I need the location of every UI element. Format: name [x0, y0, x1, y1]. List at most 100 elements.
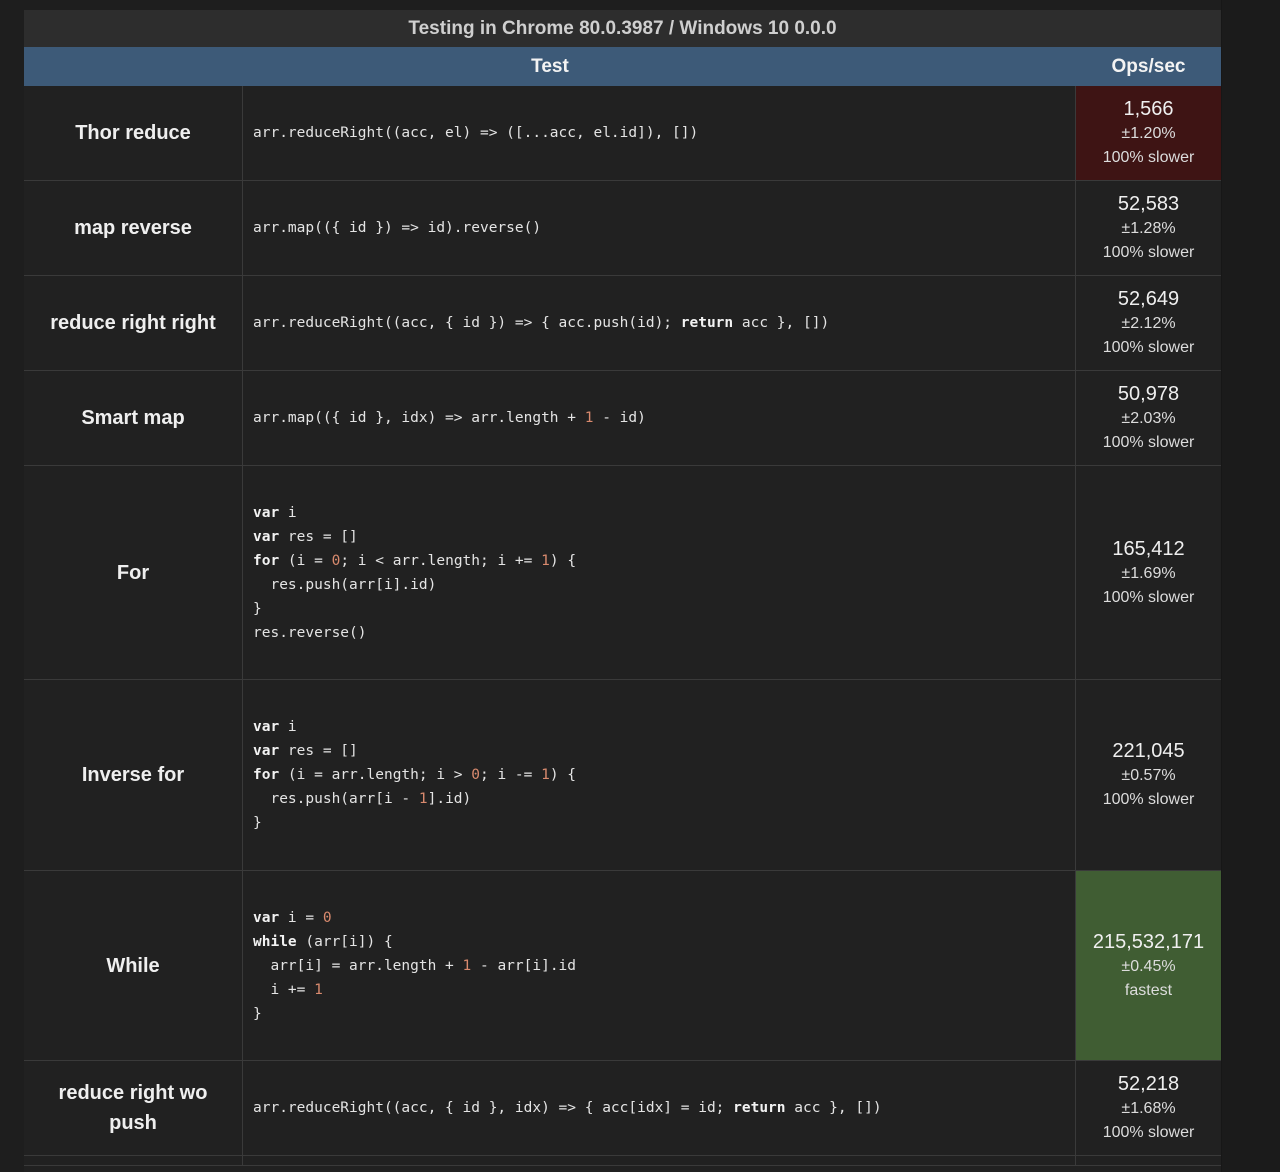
test-name: reduce right right	[24, 276, 243, 370]
code-line: res.push(arr[i].id)	[253, 576, 437, 593]
code-block: arr.reduceRight((acc, el) => ([...acc, e…	[253, 121, 698, 145]
test-name: map reverse	[24, 181, 243, 275]
code-block: var i var res = [] for (i = arr.length; i …	[253, 715, 576, 835]
ops-cell: 52,218 ±1.68% 100% slower	[1076, 1061, 1221, 1155]
margin-of-error: ±1.68%	[1121, 1100, 1176, 1117]
result-row-partial	[24, 1156, 1221, 1166]
code-keyword: return	[680, 315, 734, 331]
code-number: 1	[314, 981, 323, 998]
relative-speed: fastest	[1124, 981, 1173, 999]
ops-cell: 165,412 ±1.69% 100% slower	[1076, 466, 1221, 679]
test-code[interactable]: arr.reduceRight((acc, el) => ([...acc, e…	[243, 86, 1076, 180]
ops-value: 215,532,171	[1092, 930, 1205, 953]
relative-speed: 100% slower	[1102, 149, 1195, 166]
ops-value: 1,566	[1123, 98, 1174, 120]
test-name: While	[24, 871, 243, 1060]
relative-speed: 100% slower	[1102, 244, 1195, 261]
ops-value: 52,583	[1117, 193, 1180, 215]
code-keyword: for	[253, 552, 280, 569]
code-number: 0	[322, 909, 332, 926]
code-keyword: var	[253, 719, 280, 735]
partial-cell	[1076, 1156, 1221, 1165]
code-keyword: return	[733, 1100, 786, 1116]
code-keyword: var	[253, 528, 280, 545]
code-line: }	[253, 1005, 262, 1022]
code-line: var i	[253, 719, 297, 735]
relative-speed: 100% slower	[1102, 791, 1195, 808]
code-number: 1	[541, 767, 550, 783]
result-row: Inverse for var i var res = [] for (i = arr…	[24, 680, 1221, 871]
code-number: 0	[471, 767, 480, 783]
test-code[interactable]: arr.map(({ id }) => id).reverse()	[243, 181, 1076, 275]
ops-value: 52,218	[1117, 1073, 1180, 1095]
code-number: 0	[331, 552, 341, 569]
result-row: reduce right wo push arr.reduceRight((acc…	[24, 1061, 1221, 1156]
margin-of-error: ±0.45%	[1121, 957, 1176, 975]
benchmark-results-panel: Testing in Chrome 80.0.3987 / Windows 10…	[24, 10, 1221, 1172]
result-row: Smart map arr.map(({ id }, idx) => arr.le…	[24, 371, 1221, 466]
code-keyword: for	[253, 767, 280, 783]
code-line: res.push(arr[i - 1].id)	[253, 791, 472, 807]
test-name: Thor reduce	[24, 86, 243, 180]
result-row: reduce right right arr.reduceRight((acc, …	[24, 276, 1221, 371]
code-line: for (i = 0; i < arr.length; i += 1) {	[253, 552, 577, 569]
code-keyword: while	[253, 933, 297, 950]
relative-speed: 100% slower	[1102, 339, 1195, 356]
code-line: arr.reduceRight((acc, el) => ([...acc, e…	[253, 125, 699, 141]
code-line: arr.map(({ id }) => id).reverse()	[253, 220, 542, 236]
results-table-body: Thor reduce arr.reduceRight((acc, el) => …	[24, 86, 1221, 1166]
code-line: }	[253, 815, 262, 831]
partial-cell	[243, 1156, 1076, 1165]
test-name: For	[24, 466, 243, 679]
code-block: arr.reduceRight((acc, { id }, idx) => { …	[253, 1096, 882, 1120]
margin-of-error: ±2.12%	[1121, 315, 1176, 332]
partial-cell	[24, 1156, 243, 1165]
code-number: 1	[418, 791, 428, 807]
test-name: reduce right wo push	[24, 1061, 243, 1155]
code-number: 1	[584, 410, 594, 426]
ops-cell: 52,583 ±1.28% 100% slower	[1076, 181, 1221, 275]
code-line: }	[253, 600, 262, 617]
code-block: var i = 0 while (arr[i]) { arr[i] = arr.l…	[253, 906, 576, 1026]
ops-cell: 221,045 ±0.57% 100% slower	[1076, 680, 1221, 870]
ops-value: 50,978	[1117, 383, 1180, 405]
code-line: var res = []	[253, 743, 358, 759]
code-line: var i	[253, 504, 297, 521]
code-number: 1	[462, 957, 472, 974]
code-line: while (arr[i]) {	[253, 933, 393, 950]
code-keyword: var	[253, 743, 280, 759]
margin-of-error: ±1.20%	[1121, 125, 1176, 142]
margin-of-error: ±0.57%	[1121, 767, 1176, 784]
code-line: i += 1	[253, 981, 323, 998]
ops-cell: 215,532,171 ±0.45% fastest	[1076, 871, 1221, 1060]
test-code[interactable]: var i var res = [] for (i = 0; i < arr.len…	[243, 466, 1076, 679]
column-header-ops: Ops/sec	[1111, 55, 1186, 77]
relative-speed: 100% slower	[1102, 1124, 1195, 1141]
ops-value: 165,412	[1112, 537, 1185, 560]
margin-of-error: ±1.28%	[1121, 220, 1176, 237]
code-block: arr.reduceRight((acc, { id }) => { acc.p…	[253, 311, 829, 335]
margin-of-error: ±2.03%	[1121, 410, 1176, 427]
test-name: Smart map	[24, 371, 243, 465]
code-line: arr.reduceRight((acc, { id }, idx) => { …	[253, 1100, 882, 1116]
ops-cell: 50,978 ±2.03% 100% slower	[1076, 371, 1221, 465]
ops-value: 221,045	[1112, 740, 1185, 762]
code-keyword: var	[253, 909, 280, 926]
code-block: var i var res = [] for (i = 0; i < arr.len…	[253, 501, 576, 645]
code-block: arr.map(({ id }, idx) => arr.length + 1 …	[253, 406, 646, 430]
code-line: arr.reduceRight((acc, { id }) => { acc.p…	[253, 315, 830, 331]
code-number: 1	[541, 552, 550, 569]
test-code[interactable]: arr.reduceRight((acc, { id }, idx) => { …	[243, 1061, 1076, 1155]
column-header-test: Test	[531, 55, 569, 77]
test-code[interactable]: var i = 0 while (arr[i]) { arr[i] = arr.l…	[243, 871, 1076, 1060]
test-code[interactable]: var i var res = [] for (i = arr.length; i …	[243, 680, 1076, 870]
test-code[interactable]: arr.reduceRight((acc, { id }) => { acc.p…	[243, 276, 1076, 370]
side-gutter	[1221, 0, 1280, 1172]
relative-speed: 100% slower	[1102, 434, 1195, 451]
code-line: for (i = arr.length; i > 0; i -= 1) {	[253, 767, 577, 783]
code-line: arr[i] = arr.length + 1 - arr[i].id	[253, 957, 577, 974]
ops-cell: 52,649 ±2.12% 100% slower	[1076, 276, 1221, 370]
test-code[interactable]: arr.map(({ id }, idx) => arr.length + 1 …	[243, 371, 1076, 465]
code-line: arr.map(({ id }, idx) => arr.length + 1 …	[253, 410, 646, 426]
result-row: For var i var res = [] for (i = 0; i < arr.…	[24, 466, 1221, 680]
